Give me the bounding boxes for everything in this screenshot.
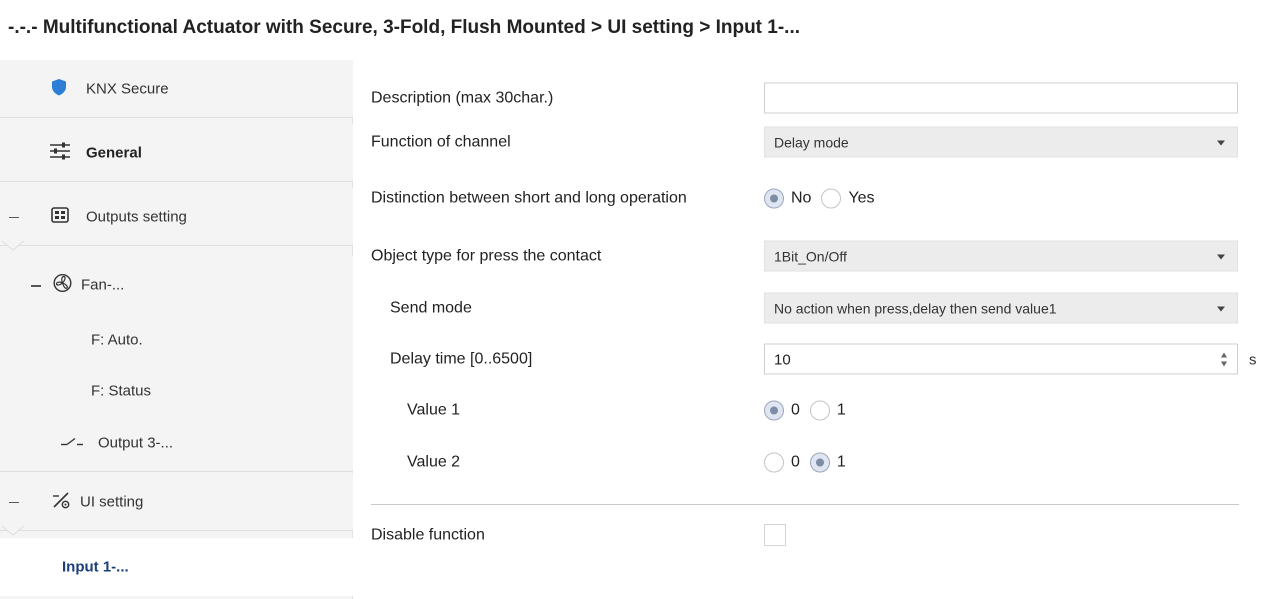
sidebar-item-fan[interactable]: Fan-... xyxy=(0,256,353,314)
stepper-value: 10 xyxy=(774,351,791,369)
object-type-select[interactable]: 1Bit_On/Off xyxy=(764,240,1238,272)
sidebar-item-label: Input 1-... xyxy=(62,558,129,576)
sidebar-item-f-status[interactable]: F: Status xyxy=(0,362,353,420)
radio-dot[interactable] xyxy=(764,400,784,420)
sidebar-item-label: UI setting xyxy=(80,493,144,510)
value2-radio-group: 0 1 xyxy=(764,447,856,478)
radio-0[interactable]: 0 xyxy=(764,400,800,420)
send-mode-label: Send mode xyxy=(390,299,472,317)
distinction-label: Distinction between short and long opera… xyxy=(371,189,687,207)
sidebar-item-label: Outputs setting xyxy=(86,208,187,225)
object-type-label: Object type for press the contact xyxy=(371,247,602,265)
radio-dot[interactable] xyxy=(764,188,784,208)
ui-setting-icon xyxy=(51,490,71,514)
disable-function-checkbox[interactable] xyxy=(764,524,786,546)
radio-1[interactable]: 1 xyxy=(809,400,846,420)
radio-label: Yes xyxy=(848,189,875,206)
send-mode-row: Send mode No action when press,delay the… xyxy=(354,288,1284,328)
value1-row: Value 1 0 1 xyxy=(354,390,1284,430)
title-bar: -.-.- Multifunctional Actuator with Secu… xyxy=(0,0,1284,60)
function-of-channel-row: Function of channel Delay mode xyxy=(354,122,1284,162)
description-label: Description (max 30char.) xyxy=(371,89,554,107)
delay-time-stepper[interactable]: 10 s xyxy=(764,343,1257,375)
sidebar-item-ui-setting[interactable]: UI setting xyxy=(0,473,353,536)
sidebar-item-label: KNX Secure xyxy=(86,80,169,97)
spin-up-icon[interactable] xyxy=(1221,352,1227,358)
radio-label: 1 xyxy=(836,453,846,470)
sidebar-item-general[interactable]: General xyxy=(0,124,353,182)
radio-dot[interactable] xyxy=(764,452,784,472)
sidebar-item-f-auto[interactable]: F: Auto. xyxy=(0,311,353,369)
sidebar-item-label: Fan-... xyxy=(81,276,125,294)
delay-time-unit: s xyxy=(1249,351,1257,369)
select-value: No action when press,delay then send val… xyxy=(774,300,1057,317)
delay-time-row: Delay time [0..6500] 10 s xyxy=(354,339,1284,379)
spin-down-icon[interactable] xyxy=(1221,361,1227,367)
collapse-icon[interactable] xyxy=(9,501,19,503)
distinction-radio-group: No Yes xyxy=(764,183,885,214)
distinction-row: Distinction between short and long opera… xyxy=(354,173,1284,223)
radio-dot[interactable] xyxy=(821,188,842,208)
chevron-down-icon xyxy=(1217,306,1225,312)
radio-yes[interactable]: Yes xyxy=(821,188,875,208)
sidebar-item-outputs-setting[interactable]: Outputs setting xyxy=(0,188,353,251)
radio-0[interactable]: 0 xyxy=(764,452,800,472)
sidebar-item-label: General xyxy=(86,144,142,161)
radio-label: 0 xyxy=(791,453,800,470)
value2-label: Value 2 xyxy=(407,453,461,471)
chevron-down-icon xyxy=(1217,140,1225,146)
fan-icon xyxy=(53,273,72,297)
function-of-channel-select[interactable]: Delay mode xyxy=(764,126,1238,158)
sidebar-item-label: F: Auto. xyxy=(91,331,143,349)
sidebar-item-label: Output 3-... xyxy=(98,434,174,451)
chevron-down-icon xyxy=(1217,254,1225,260)
function-of-channel-label: Function of channel xyxy=(371,133,511,151)
module-icon xyxy=(51,206,69,227)
sliders-icon xyxy=(49,142,71,164)
value1-label: Value 1 xyxy=(407,401,461,419)
sidebar-item-output-3[interactable]: Output 3-... xyxy=(0,414,353,472)
collapse-icon[interactable] xyxy=(9,216,19,218)
value1-radio-group: 0 1 xyxy=(764,395,856,426)
description-input[interactable] xyxy=(764,82,1238,114)
tree-notch xyxy=(2,526,24,536)
radio-label: 0 xyxy=(791,401,800,418)
radio-no[interactable]: No xyxy=(764,188,811,208)
delay-time-label: Delay time [0..6500] xyxy=(390,350,533,368)
select-value: 1Bit_On/Off xyxy=(774,248,847,265)
sidebar-item-label: F: Status xyxy=(91,382,152,400)
disable-function-label: Disable function xyxy=(371,526,485,544)
shield-icon xyxy=(51,78,67,100)
select-value: Delay mode xyxy=(774,134,849,151)
disable-function-row: Disable function xyxy=(354,515,1284,555)
sidebar-item-input-1[interactable]: Input 1-... xyxy=(0,538,353,596)
radio-dot[interactable] xyxy=(809,452,830,472)
description-row: Description (max 30char.) xyxy=(354,78,1284,118)
radio-dot[interactable] xyxy=(809,400,830,420)
object-type-row: Object type for press the contact 1Bit_O… xyxy=(354,236,1284,276)
sidebar-item-knx-secure[interactable]: KNX Secure xyxy=(0,60,353,118)
radio-label: 1 xyxy=(836,401,846,418)
collapse-icon[interactable] xyxy=(31,285,41,287)
radio-label: No xyxy=(791,189,812,206)
radio-1[interactable]: 1 xyxy=(809,452,846,472)
window-title: -.-.- Multifunctional Actuator with Secu… xyxy=(8,17,801,38)
value2-row: Value 2 0 1 xyxy=(354,442,1284,482)
parameter-panel: Description (max 30char.) Function of ch… xyxy=(354,60,1284,599)
tree-notch xyxy=(2,241,24,251)
switch-icon xyxy=(61,434,83,451)
send-mode-select[interactable]: No action when press,delay then send val… xyxy=(764,292,1238,324)
sidebar: KNX Secure General Outputs setting Fan-.… xyxy=(0,60,353,599)
divider xyxy=(371,504,1239,505)
